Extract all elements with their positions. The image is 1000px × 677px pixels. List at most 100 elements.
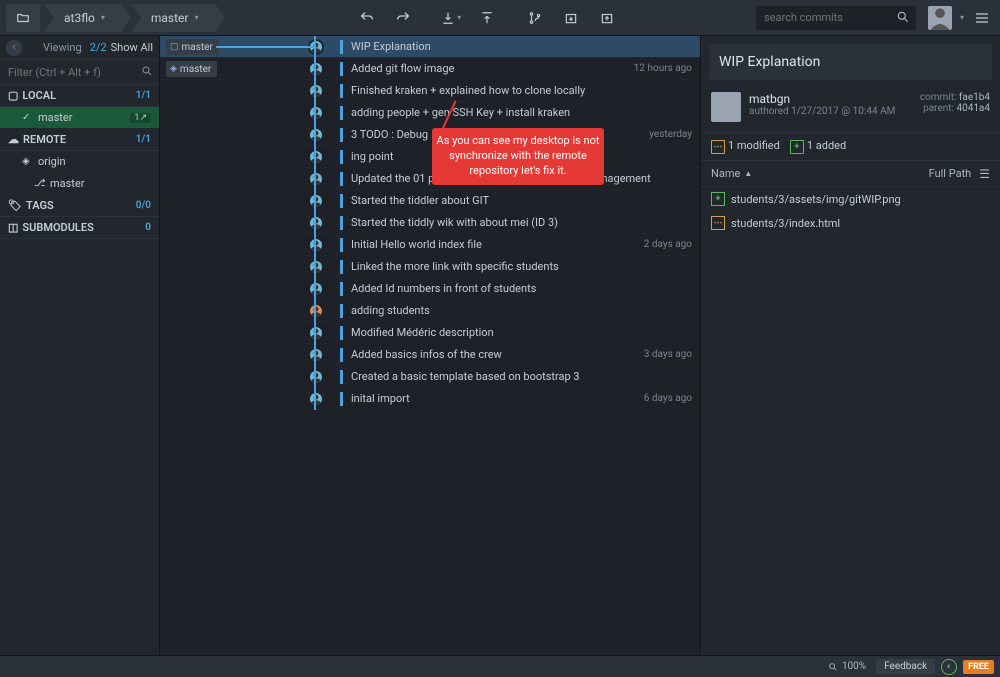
commit-node[interactable] xyxy=(308,105,324,121)
free-badge: FREE xyxy=(963,660,994,674)
sort-asc-icon: ▲ xyxy=(744,169,752,178)
commit-time: 2 days ago xyxy=(644,239,692,250)
zoom-indicator[interactable]: 100% xyxy=(828,661,866,672)
file-row[interactable]: ⋯students/3/index.html xyxy=(701,211,1000,235)
breadcrumb-branch[interactable]: master▾ xyxy=(131,4,215,32)
commit-node[interactable] xyxy=(308,237,324,253)
remote-branch-master[interactable]: ⎇ master xyxy=(0,173,159,195)
commit-node[interactable] xyxy=(308,325,324,341)
commit-row[interactable]: Updated the 01 principles and practices,… xyxy=(160,168,700,190)
file-row[interactable]: +students/3/assets/img/gitWIP.png xyxy=(701,187,1000,211)
branch-button[interactable] xyxy=(519,4,551,32)
annotation-callout: As you can see my desktop is not synchro… xyxy=(432,128,604,185)
filter-wrap xyxy=(0,60,159,85)
commit-node[interactable] xyxy=(308,127,324,143)
feedback-button[interactable]: Feedback xyxy=(876,659,935,674)
commit-graph: As you can see my desktop is not synchro… xyxy=(160,36,700,655)
breadcrumb-repo[interactable]: at3flo▾ xyxy=(44,4,121,32)
parent-hash[interactable]: 4041a4 xyxy=(956,103,990,114)
commit-row[interactable]: Linked the more link with specific stude… xyxy=(160,256,700,278)
branch-label: master xyxy=(50,177,84,190)
user-menu-caret[interactable]: ▾ xyxy=(960,13,964,22)
file-list: +students/3/assets/img/gitWIP.png⋯studen… xyxy=(701,187,1000,235)
commit-row[interactable]: ◈masterAdded git flow image12 hours ago xyxy=(160,58,700,80)
ref-tag-remote[interactable]: ◈master xyxy=(166,61,217,77)
back-button[interactable]: ‹ xyxy=(6,40,22,56)
commit-node[interactable] xyxy=(308,171,324,187)
section-tags[interactable]: 🏷 TAGS 0/0 xyxy=(0,195,159,217)
commit-message: adding people + gen SSH Key + install kr… xyxy=(351,106,692,119)
list-view-icon[interactable]: ☰ xyxy=(979,167,990,181)
commit-row[interactable]: adding students xyxy=(160,300,700,322)
commit-hash[interactable]: fae1b4 xyxy=(959,92,990,103)
commit-node[interactable] xyxy=(308,61,324,77)
commit-row[interactable]: Finished kraken + explained how to clone… xyxy=(160,80,700,102)
local-branch-master[interactable]: ✓ master 1↗ xyxy=(0,107,159,129)
show-all-link[interactable]: Show All xyxy=(111,41,153,54)
search-icon xyxy=(141,65,153,77)
search-input[interactable] xyxy=(756,6,916,30)
modified-icon: ⋯ xyxy=(711,140,725,154)
branch-icon: ⎇ xyxy=(34,178,46,189)
commit-row[interactable]: adding people + gen SSH Key + install kr… xyxy=(160,102,700,124)
commit-node[interactable] xyxy=(308,369,324,385)
section-submodules[interactable]: ◫ SUBMODULES 0 xyxy=(0,217,159,239)
commit-row[interactable]: Created a basic template based on bootst… xyxy=(160,366,700,388)
pull-button[interactable]: ▾ xyxy=(435,4,467,32)
commit-message: Added Id numbers in front of students xyxy=(351,282,692,295)
commit-node[interactable] xyxy=(308,347,324,363)
section-remote-label: REMOTE xyxy=(23,133,66,146)
commit-row[interactable]: Added Id numbers in front of students xyxy=(160,278,700,300)
commit-node[interactable] xyxy=(308,259,324,275)
commit-message: Added git flow image xyxy=(351,62,626,75)
commit-row[interactable]: Modified Médéric description xyxy=(160,322,700,344)
viewing-count: 2/2 xyxy=(90,41,107,54)
added-icon: + xyxy=(711,192,725,206)
files-header: Name ▲ Full Path ☰ xyxy=(701,161,1000,187)
commit-message: Started the tiddly wik with about mei (I… xyxy=(351,216,692,229)
main-menu-button[interactable] xyxy=(970,4,994,32)
commit-node[interactable] xyxy=(308,303,324,319)
commit-row[interactable]: Initial Hello world index file2 days ago xyxy=(160,234,700,256)
submodule-icon: ◫ xyxy=(8,221,18,234)
search-commits[interactable] xyxy=(756,6,916,30)
breadcrumb-repo-label: at3flo xyxy=(64,11,95,25)
section-remote-count: 1/1 xyxy=(136,134,151,145)
commit-message: Finished kraken + explained how to clone… xyxy=(351,84,692,97)
section-tags-label: TAGS xyxy=(26,199,54,212)
commit-row[interactable]: Added basics infos of the crew3 days ago xyxy=(160,344,700,366)
author-avatar xyxy=(711,92,741,122)
commit-node[interactable] xyxy=(308,83,324,99)
commit-node[interactable] xyxy=(308,391,324,407)
commit-row[interactable]: Started the tiddler about GIT xyxy=(160,190,700,212)
commit-row[interactable]: ing point xyxy=(160,146,700,168)
commit-node[interactable] xyxy=(308,193,324,209)
user-avatar[interactable] xyxy=(928,6,952,30)
stash-button[interactable] xyxy=(555,4,587,32)
push-button[interactable] xyxy=(471,4,503,32)
files-name-col[interactable]: Name xyxy=(711,167,740,180)
commit-message: Modified Médéric description xyxy=(351,326,692,339)
folder-button[interactable] xyxy=(6,4,40,32)
commit-row[interactable]: 3 TODO : Debugyesterday xyxy=(160,124,700,146)
commit-row[interactable]: inital import6 days ago xyxy=(160,388,700,410)
pop-stash-button[interactable] xyxy=(591,4,623,32)
commit-message: Started the tiddler about GIT xyxy=(351,194,692,207)
caret-icon: ▾ xyxy=(194,13,198,22)
redo-button[interactable] xyxy=(387,4,419,32)
section-remote[interactable]: ☁ REMOTE 1/1 xyxy=(0,129,159,151)
section-local[interactable]: ▢ LOCAL 1/1 xyxy=(0,85,159,107)
filter-input[interactable] xyxy=(0,60,159,84)
commit-meta: matbgn authored 1/27/2017 @ 10:44 AM com… xyxy=(701,88,1000,133)
commit-node[interactable] xyxy=(308,281,324,297)
ref-tag-local[interactable]: ▢master xyxy=(166,39,219,55)
remote-origin[interactable]: ◈ origin xyxy=(0,151,159,173)
undo-button[interactable] xyxy=(351,4,383,32)
commit-node[interactable] xyxy=(308,149,324,165)
tips-button[interactable]: ◐ xyxy=(941,659,957,675)
commit-message: Linked the more link with specific stude… xyxy=(351,260,692,273)
commit-row[interactable]: Started the tiddly wik with about mei (I… xyxy=(160,212,700,234)
files-fullpath-col[interactable]: Full Path xyxy=(929,167,972,180)
commit-node[interactable] xyxy=(308,215,324,231)
added-count: 1 added xyxy=(807,139,846,152)
